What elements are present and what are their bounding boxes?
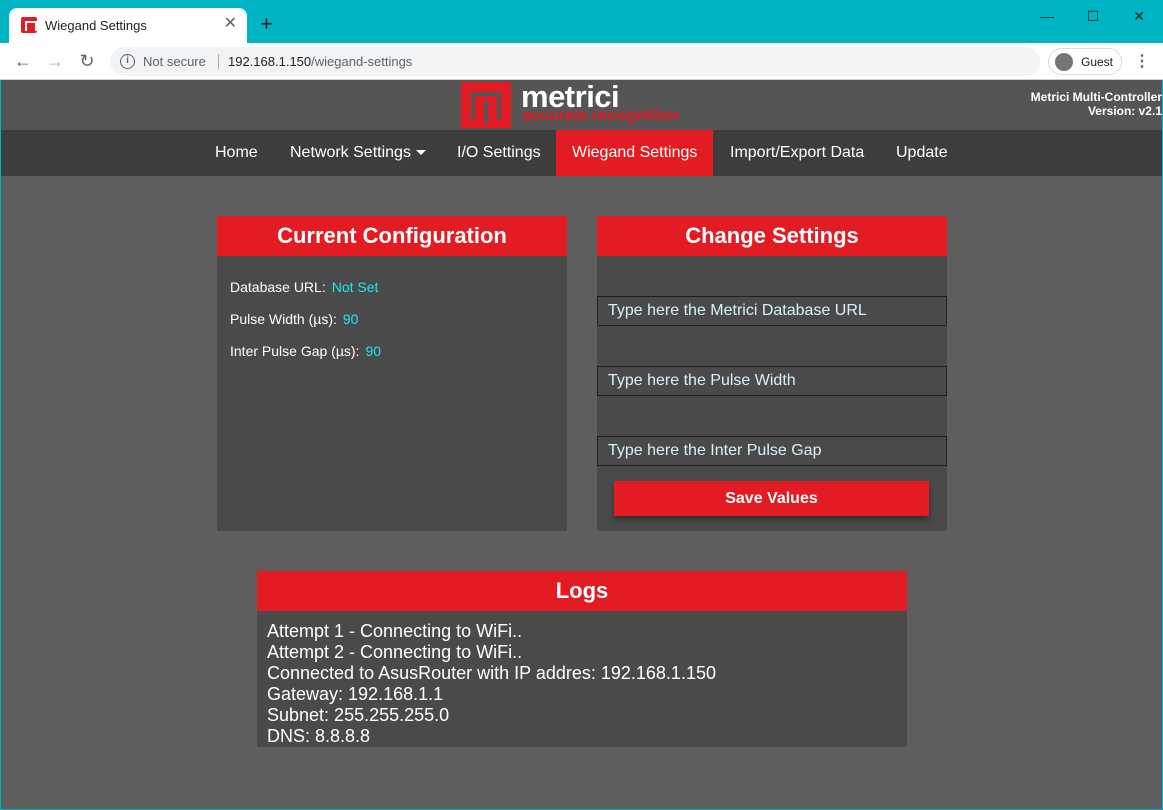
guest-avatar-icon [1055,53,1073,71]
config-value: 90 [365,343,382,359]
version-label: Version: v2.1 [1087,104,1162,118]
forward-arrow-icon[interactable]: → [44,50,66,72]
config-value: 90 [342,311,359,327]
back-arrow-icon[interactable]: ← [12,50,34,72]
browser-toolbar: ← → ↻ i Not secure 192.168.1.150/wiegand… [0,43,1163,80]
address-bar[interactable]: i Not secure 192.168.1.150/wiegand-setti… [110,47,1040,76]
nav-update[interactable]: Update [880,130,964,176]
tab-close-icon[interactable]: ✕ [224,16,237,32]
new-tab-button[interactable]: + [260,13,273,35]
address-divider [218,54,219,69]
nav-import-export-data[interactable]: Import/Export Data [714,130,880,176]
security-label: Not secure [143,54,206,69]
version-info: Metrici Multi-Controller Version: v2.1 [1031,90,1162,118]
logs-title: Logs [257,571,907,611]
logs-card: Logs Attempt 1 - Connecting to WiFi.. At… [257,571,907,747]
log-line: DNS: 8.8.8.8 [267,726,371,746]
browser-menu-icon[interactable]: ⋮ [1134,51,1150,71]
reload-icon[interactable]: ↻ [76,50,98,72]
config-value: Not Set [331,279,379,295]
main-nav: Home Network Settings I/O Settings Wiega… [1,130,1162,176]
config-row-inter-pulse-gap: Inter Pulse Gap (µs): 90 [230,343,381,359]
inter-pulse-gap-input[interactable] [597,436,947,466]
nav-network-settings-label: Network Settings [290,144,411,161]
maximize-icon[interactable]: ☐ [1083,6,1103,26]
metrici-favicon-icon [21,17,37,33]
log-line: Attempt 1 - Connecting to WiFi.. [267,621,523,641]
tab-title: Wiegand Settings [45,18,147,33]
log-line: Connected to AsusRouter with IP addres: … [267,663,716,683]
page: metrici accurate recognition Metrici Mul… [1,79,1162,809]
save-values-button[interactable]: Save Values [614,481,929,516]
url-text[interactable]: 192.168.1.150/wiegand-settings [228,54,412,69]
log-line: Subnet: 255.255.255.0 [267,705,450,725]
caret-down-icon [415,150,426,156]
change-settings-card: Change Settings Save Values [597,216,947,531]
config-label: Database URL: [230,279,326,295]
site-header: metrici accurate recognition Metrici Mul… [1,79,1162,130]
change-settings-title: Change Settings [597,216,947,256]
nav-network-settings[interactable]: Network Settings [274,130,442,176]
config-row-database-url: Database URL: Not Set [230,279,378,295]
nav-home[interactable]: Home [199,130,274,176]
config-row-pulse-width: Pulse Width (µs): 90 [230,311,358,327]
profile-button[interactable]: Guest [1048,48,1122,75]
nav-io-settings[interactable]: I/O Settings [441,130,557,176]
current-configuration-card: Current Configuration Database URL: Not S… [217,216,567,531]
browser-titlebar: Wiegand Settings ✕ + — ☐ ✕ [0,0,1163,43]
browser-tab[interactable]: Wiegand Settings ✕ [9,8,247,43]
config-label: Inter Pulse Gap (µs): [230,343,360,359]
product-name: Metrici Multi-Controller [1030,90,1162,104]
profile-label: Guest [1081,55,1114,69]
brand-tagline: accurate recognition [522,107,680,124]
pulse-width-input[interactable] [597,366,947,396]
info-icon[interactable]: i [120,54,135,69]
minimize-icon[interactable]: — [1037,6,1057,26]
url-path: /wiegand-settings [311,54,413,69]
log-line: Attempt 2 - Connecting to WiFi.. [267,642,523,662]
log-output: Attempt 1 - Connecting to WiFi.. Attempt… [267,621,716,747]
current-configuration-title: Current Configuration [217,216,567,256]
config-label: Pulse Width (µs): [230,311,337,327]
url-host: 192.168.1.150 [228,54,312,69]
window-close-icon[interactable]: ✕ [1129,6,1149,26]
log-line: Gateway: 192.168.1.1 [267,684,444,704]
metrici-logo-icon [461,82,511,128]
nav-wiegand-settings[interactable]: Wiegand Settings [556,130,714,176]
database-url-input[interactable] [597,296,947,326]
